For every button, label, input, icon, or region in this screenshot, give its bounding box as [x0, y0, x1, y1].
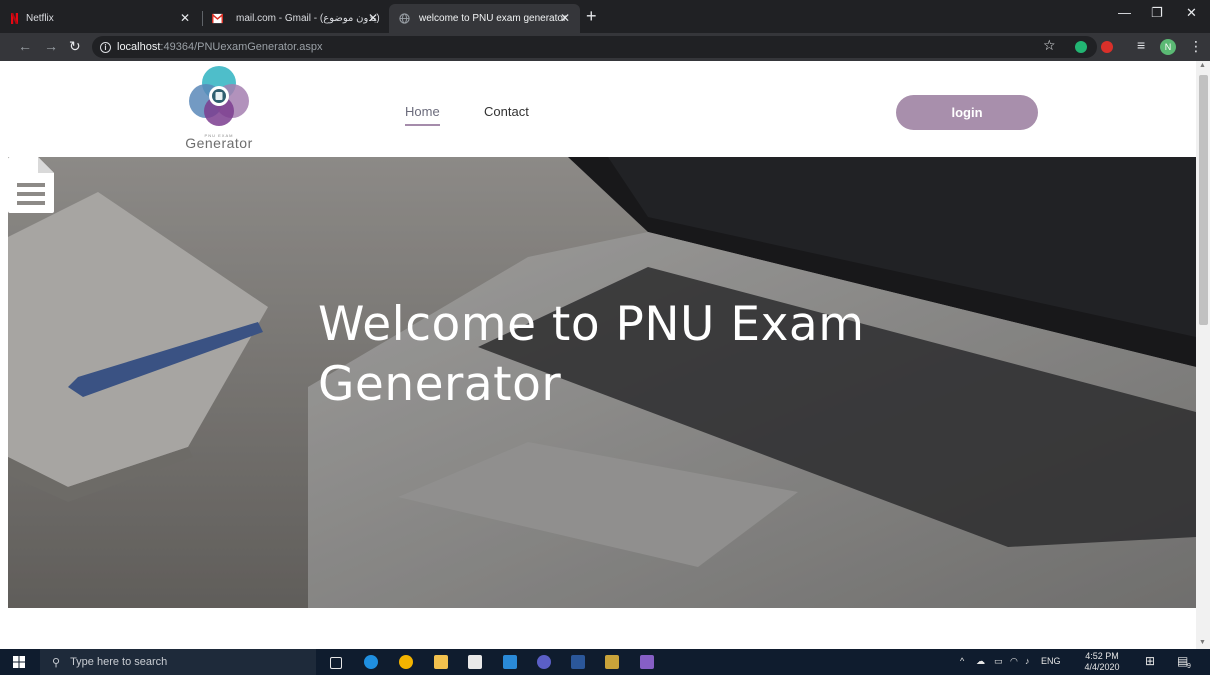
edge-icon[interactable]: [364, 655, 378, 669]
document-icon: [8, 157, 54, 213]
nav-contact-link[interactable]: Contact: [484, 104, 529, 119]
logo-wordmark: Generator: [185, 135, 253, 151]
url-path: :49364/PNUexamGenerator.aspx: [160, 41, 323, 53]
wifi-icon[interactable]: ◠: [1010, 656, 1018, 667]
media-queue-icon[interactable]: ≡: [1137, 37, 1145, 53]
browser-toolbar: ← → ↻ i localhost :49364/PNUexamGenerato…: [0, 33, 1210, 61]
address-bar[interactable]: i localhost :49364/PNUexamGenerator.aspx: [92, 36, 1097, 58]
menu-kebab-icon[interactable]: ⋮: [1189, 38, 1203, 55]
gmail-icon: [212, 13, 223, 24]
page-viewport: PNU EXAM Generator Home Contact login We…: [0, 61, 1196, 649]
mail-icon[interactable]: [503, 655, 517, 669]
task-view-icon[interactable]: [330, 657, 342, 669]
app-icon[interactable]: [605, 655, 619, 669]
close-tab-icon[interactable]: ✕: [368, 11, 378, 25]
hero-banner: Welcome to PNU Exam Generator: [8, 157, 1196, 608]
language-indicator[interactable]: ENG: [1041, 656, 1061, 666]
file-explorer-icon[interactable]: [434, 655, 448, 669]
back-icon[interactable]: ←: [18, 38, 32, 54]
tab-pnu-exam-generator[interactable]: welcome to PNU exam generator ✕: [389, 4, 580, 33]
nav-home-link[interactable]: Home: [405, 104, 440, 126]
search-icon: ⚲: [52, 656, 61, 669]
scroll-up-icon[interactable]: ▲: [1199, 62, 1206, 69]
teams-icon[interactable]: [537, 655, 551, 669]
url-host: localhost: [117, 41, 161, 53]
login-button[interactable]: login: [896, 95, 1038, 130]
taskbar-search-box[interactable]: ⚲ Type here to search: [40, 649, 316, 675]
tray-overflow-icon[interactable]: ^: [960, 656, 964, 666]
minimize-icon[interactable]: —: [1118, 5, 1131, 20]
tab-title: welcome to PNU exam generator: [419, 13, 567, 24]
volume-icon[interactable]: ♪: [1025, 656, 1030, 666]
tab-netflix[interactable]: Netflix ✕: [0, 4, 200, 33]
tab-title: mail.com - Gmail - (بدون موضوع): [236, 13, 380, 24]
store-icon[interactable]: [468, 655, 482, 669]
clock-time: 4:52 PM: [1085, 651, 1119, 661]
profile-avatar[interactable]: N: [1160, 39, 1176, 55]
forward-icon[interactable]: →: [44, 38, 58, 54]
chrome-icon[interactable]: [399, 655, 413, 669]
grammarly-extension-icon[interactable]: [1075, 41, 1087, 53]
onedrive-icon[interactable]: ☁: [976, 656, 985, 667]
scroll-down-icon[interactable]: ▼: [1199, 639, 1206, 646]
netflix-icon: [11, 13, 18, 24]
close-tab-icon[interactable]: ✕: [180, 11, 190, 25]
restore-icon[interactable]: ❐: [1151, 5, 1163, 21]
new-tab-button[interactable]: +: [586, 6, 597, 27]
reload-icon[interactable]: ↻: [69, 38, 81, 55]
visual-studio-icon[interactable]: [640, 655, 654, 669]
notification-count-badge: 9: [1187, 663, 1191, 670]
logo-mark-icon: [189, 66, 249, 126]
word-icon[interactable]: [571, 655, 585, 669]
browser-tab-strip: Netflix ✕ mail.com - Gmail - (بدون موضوع…: [0, 0, 1210, 33]
tab-title: Netflix: [26, 13, 54, 24]
close-tab-icon[interactable]: ✕: [560, 11, 570, 25]
taskbar-clock[interactable]: 4:52 PM 4/4/2020: [1083, 651, 1121, 673]
bookmark-star-icon[interactable]: ☆: [1043, 37, 1056, 54]
taskbar-search-placeholder: Type here to search: [70, 656, 168, 668]
site-info-icon[interactable]: i: [100, 41, 111, 53]
scrollbar-thumb[interactable]: [1199, 75, 1208, 325]
windows-taskbar: ⚲ Type here to search ^ ☁ ▭ ◠ ♪ ENG 4:52…: [0, 649, 1210, 675]
globe-icon: [399, 13, 410, 24]
clock-date: 4/4/2020: [1084, 662, 1120, 672]
site-logo[interactable]: PNU EXAM Generator: [174, 63, 264, 155]
windows-start-icon[interactable]: [13, 656, 25, 668]
close-window-icon[interactable]: ✕: [1186, 5, 1197, 21]
extension-icon[interactable]: [1101, 41, 1113, 53]
tab-gmail[interactable]: mail.com - Gmail - (بدون موضوع) ✕: [202, 4, 388, 33]
battery-icon[interactable]: ▭: [994, 656, 1003, 667]
hero-title: Welcome to PNU Exam Generator: [318, 297, 865, 412]
taskbar-app-icon[interactable]: ⊞: [1145, 654, 1155, 668]
